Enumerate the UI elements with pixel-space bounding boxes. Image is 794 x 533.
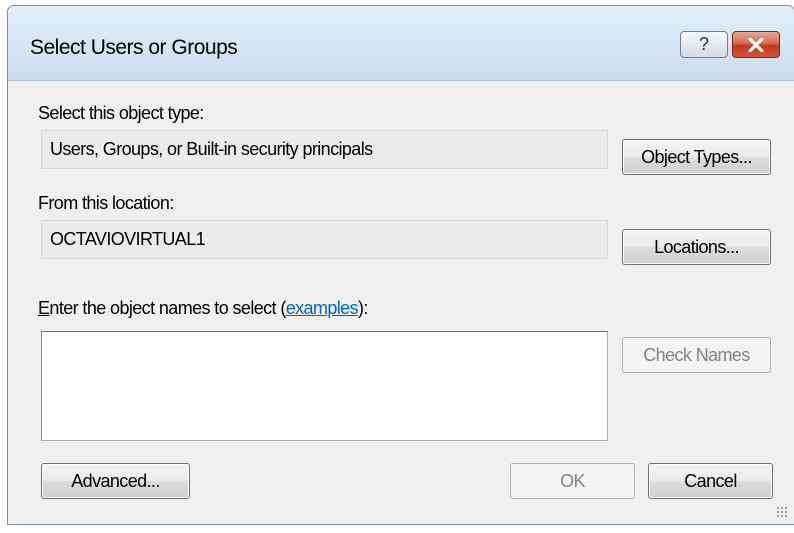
window-title: Select Users or Groups (30, 36, 238, 59)
object-names-label-end: ): (358, 298, 368, 318)
locations-button[interactable]: Locations... (622, 229, 771, 265)
object-names-label-text: nter the object names to select ( (49, 298, 286, 318)
mnemonic-letter: E (38, 298, 50, 318)
object-names-input[interactable] (41, 331, 608, 441)
help-icon: ? (698, 34, 709, 54)
object-type-label: Select this object type: (38, 103, 204, 123)
title-bar[interactable]: Select Users or Groups ? (8, 6, 794, 81)
location-field: OCTAVIOVIRTUAL1 (41, 220, 608, 259)
advanced-button[interactable]: Advanced... (41, 463, 190, 499)
cancel-button[interactable]: Cancel (648, 463, 773, 499)
location-label: From this location: (38, 193, 174, 213)
close-button[interactable] (732, 31, 780, 58)
resize-grip-icon[interactable] (776, 506, 788, 518)
location-value: OCTAVIOVIRTUAL1 (50, 229, 206, 249)
help-button[interactable]: ? (680, 31, 728, 58)
object-types-button[interactable]: Object Types... (622, 139, 771, 175)
dialog-window: Select Users or Groups ? Select this obj… (7, 5, 794, 525)
examples-link[interactable]: examples (286, 298, 359, 318)
object-type-value: Users, Groups, or Built-in security prin… (50, 139, 373, 159)
dialog-body: Select this object type: Users, Groups, … (8, 81, 794, 524)
object-type-field: Users, Groups, or Built-in security prin… (41, 130, 608, 169)
ok-button[interactable]: OK (510, 463, 635, 499)
object-names-label: Enter the object names to select (exampl… (38, 298, 368, 319)
check-names-button[interactable]: Check Names (622, 337, 771, 373)
close-x-icon (748, 37, 764, 52)
